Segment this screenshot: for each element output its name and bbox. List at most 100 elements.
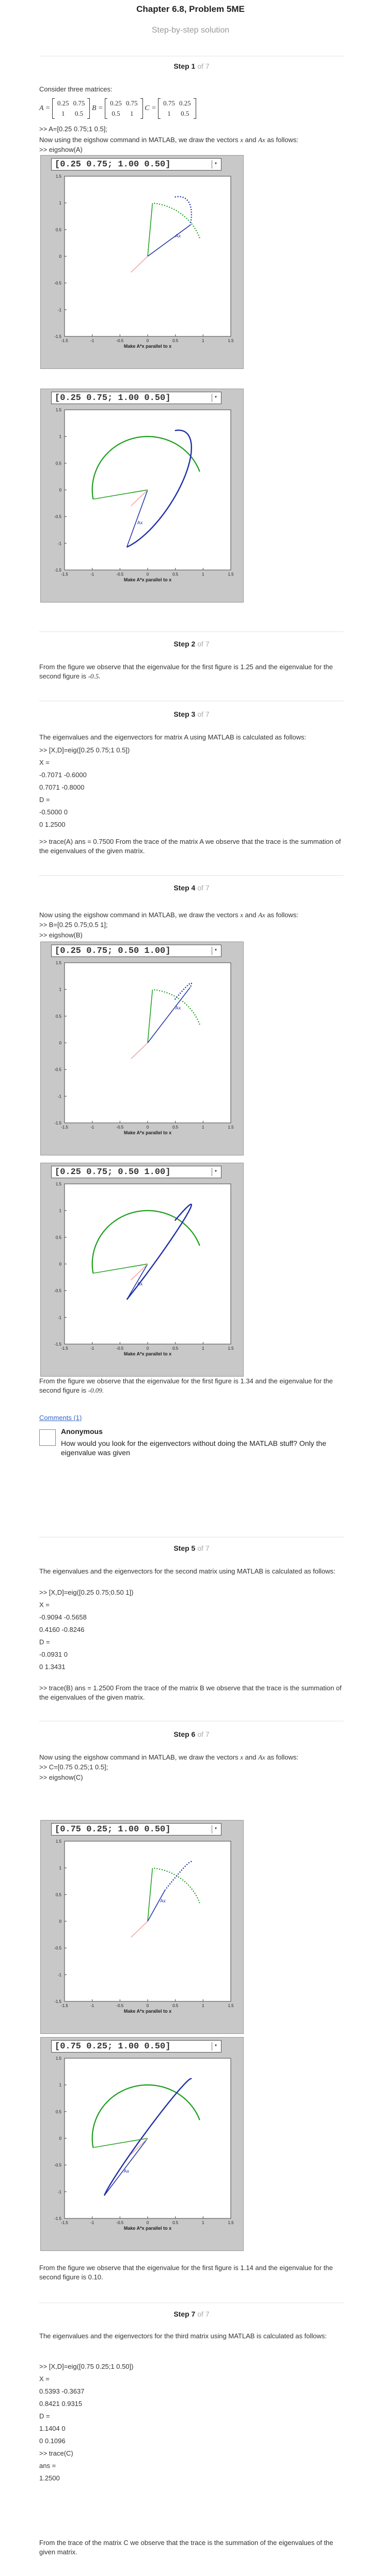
matrix-a: 0.25 0.75 1 0.5 <box>52 98 90 119</box>
y-tick-label: 1.5 <box>56 408 62 412</box>
matlab-output: >> [X,D]=eig([0.75 0.25;1 0.50]) X = 0.539… <box>39 2361 344 2485</box>
output-line: D = <box>39 2412 50 2420</box>
y-tick-label: 0 <box>59 254 62 259</box>
eigshow-figure: [0.25 0.75; 0.50 1.00] ▾ 1.5 1 0.5 0 -0.5 -1 -1.… <box>40 942 244 1155</box>
x-tick-label: -0.5 <box>116 1125 123 1130</box>
output-line: 0 0.1096 <box>39 2437 66 2445</box>
step-2-text: From the figure we observe that the eige… <box>39 663 333 680</box>
output-line: X = <box>39 2375 50 2383</box>
y-tick-label: 1 <box>59 1866 62 1871</box>
y-tick-label: 0.5 <box>56 227 62 232</box>
output-line: >> [X,D]=eig([0.75 0.25;1 0.50]) <box>39 2363 134 2370</box>
x-tick-label: 1 <box>202 1346 204 1351</box>
x-tick-label: -1 <box>90 572 94 577</box>
x-tick-label: 1.5 <box>228 1346 234 1351</box>
matlab-output: >> [X,D]=eig([0.25 0.75;0.50 1]) X = -0.90… <box>39 1586 344 1673</box>
ax-marker-label: Ax <box>124 2168 130 2173</box>
y-tick-label: 1 <box>59 201 62 206</box>
x-tick-label: 1 <box>202 1125 204 1130</box>
eigshow-description: Now using the eigshow command in MATLAB,… <box>39 136 299 144</box>
x-tick-label: 0.5 <box>172 2220 179 2225</box>
step-4-header: Step 4 of 7 <box>173 884 210 892</box>
command-b: >> B=[0.25 0.75;0.5 1]; <box>39 921 108 929</box>
x-tick-label: 0.5 <box>172 1125 179 1130</box>
x-tick-label: 1.5 <box>228 572 234 577</box>
step-4-result: From the figure we observe that the eige… <box>39 1377 333 1394</box>
x-tick-label: -0.5 <box>116 2220 123 2225</box>
eigshow-figure: [0.75 0.25; 1.00 0.50] ▾ 1.5 1 0.5 0 -0.5 -1 -1.… <box>40 1820 244 2034</box>
step-7-text: The eigenvalues and the eigenvectors for… <box>39 2332 327 2340</box>
y-tick-label: -1 <box>58 541 62 546</box>
divider <box>39 875 344 876</box>
x-tick-label: -1 <box>90 1346 94 1351</box>
x-tick-label: 0.5 <box>172 1346 179 1351</box>
eigshow-plot: 1.510.50-0.5-1-1.5-1.5 -1 -0.5 0 0.5 1 1.5Make… <box>54 2056 234 2231</box>
output-line: 0 1.2500 <box>39 821 66 828</box>
y-tick-label: 1.5 <box>56 1839 62 1844</box>
x-tick-label: 1.5 <box>228 338 234 343</box>
output-line: -0.5000 0 <box>39 808 68 816</box>
x-tick-label: 0 <box>147 2003 149 2008</box>
y-tick-label: -0.5 <box>54 515 61 519</box>
y-tick-label: -1 <box>58 2189 62 2194</box>
output-line: 0.5393 -0.3637 <box>39 2387 85 2395</box>
step-1-header: Step 1 of 7 <box>39 58 344 70</box>
eigshow-plot: 1.510.50-0.5-1-1.5-1.5 -1 -0.5 0 0.5 1 1.5Make… <box>54 408 234 582</box>
x-tick-label: 0 <box>147 338 149 343</box>
output-line: 0.4160 -0.8246 <box>39 1626 85 1633</box>
y-tick-label: 1.5 <box>56 2056 62 2061</box>
output-line: X = <box>39 759 50 766</box>
y-tick-label: 1 <box>59 988 62 992</box>
y-tick-label: 0 <box>59 1262 62 1267</box>
eigshow-plot: 1.510.50-0.5-1-1.5-1.5 -1 -0.5 0 0.5 1 1.5Make… <box>54 1182 234 1356</box>
x-tick-label: 1 <box>202 2220 204 2225</box>
eigshow-figure: [0.75 0.25; 1.00 0.50] ▾ 1.5 1 0.5 0 -0.5 -1 -1.… <box>40 2037 244 2251</box>
x-tick-label: -1 <box>90 338 94 343</box>
y-tick-label: 0.5 <box>56 461 62 466</box>
y-tick-label: -1 <box>58 1094 62 1099</box>
x-tick-label: -1 <box>90 2003 94 2008</box>
matrix-c: 0.75 0.25 1 0.5 <box>158 98 196 119</box>
y-tick-label: 1 <box>59 435 62 439</box>
eigshow-plot: 1.510.50-0.5-1-1.5-1.5 -1 -0.5 0 0.5 1 1.5Make… <box>54 174 234 349</box>
output-line: 0.8421 0.9315 <box>39 2400 83 2408</box>
x-tick-label: -1.5 <box>61 2003 68 2008</box>
x-tick-label: 0 <box>147 2220 149 2225</box>
x-axis-label: Make A*x parallel to x <box>124 577 171 582</box>
step-label: Step 1 <box>173 62 196 70</box>
x-tick-label: 1 <box>202 572 204 577</box>
command-eigshow-c: >> eigshow(C) <box>39 1773 83 1781</box>
matrix-b: 0.25 0.75 0.5 1 <box>105 98 143 119</box>
command-eigshow-b: >> eigshow(B) <box>39 931 83 939</box>
comments-link[interactable]: Comments (1) <box>39 1414 82 1422</box>
x-tick-label: 1.5 <box>228 2220 234 2225</box>
output-line: D = <box>39 796 50 804</box>
eigshow-plot: 1.510.50-0.5-1-1.5-1.5 -1 -0.5 0 0.5 1 1.5Make… <box>54 1839 234 2014</box>
page-subtitle: Step-by-step solution <box>151 26 230 35</box>
y-tick-label: -0.5 <box>54 1068 61 1072</box>
eigshow-plot: 1.510.50-0.5-1-1.5-1.5 -1 -0.5 0 0.5 1 1.5Make… <box>54 961 234 1135</box>
comment-author: Anonymous <box>61 1427 103 1436</box>
comment-text: How would you look for the eigenvectors … <box>61 1439 326 1457</box>
x-tick-label: -1.5 <box>61 338 68 343</box>
x-axis-label: Make A*x parallel to x <box>124 1351 171 1356</box>
y-tick-label: 1.5 <box>56 174 62 179</box>
output-line: X = <box>39 1601 50 1609</box>
output-line: 0.7071 -0.8000 <box>39 783 85 791</box>
y-tick-label: -0.5 <box>54 2163 61 2168</box>
output-line: -0.0931 0 <box>39 1651 68 1658</box>
eigshow-figure: [0.25 0.75; 1.00 0.50] ▾ 1.5 1 0.5 0 -0.5 -1 -1.… <box>40 389 244 603</box>
eigshow-description: Now using the eigshow command in MATLAB,… <box>39 1753 299 1761</box>
output-line: 1.2500 <box>39 2474 60 2482</box>
output-line: -0.9094 -0.5658 <box>39 1613 87 1621</box>
x-tick-label: 0.5 <box>172 2003 179 2008</box>
output-line: ans = <box>39 2462 56 2470</box>
x-tick-label: -0.5 <box>116 338 123 343</box>
matlab-output: >> [X,D]=eig([0.25 0.75;1 0.5]) X = -0.707… <box>39 744 344 831</box>
command-c: >> C=[0.75 0.25;1 0.5]; <box>39 1763 108 1771</box>
eigshow-figure: [0.25 0.75; 1.00 0.50] ▾ 1.5 1 0.5 0 -0.5 -1 -1.… <box>40 155 244 369</box>
y-tick-label: 0.5 <box>56 1235 62 1240</box>
matrix-c-label: C = <box>145 104 156 112</box>
page-title: Chapter 6.8, Problem 5ME <box>136 4 245 14</box>
step-3-header: Step 3 of 7 <box>173 710 210 718</box>
